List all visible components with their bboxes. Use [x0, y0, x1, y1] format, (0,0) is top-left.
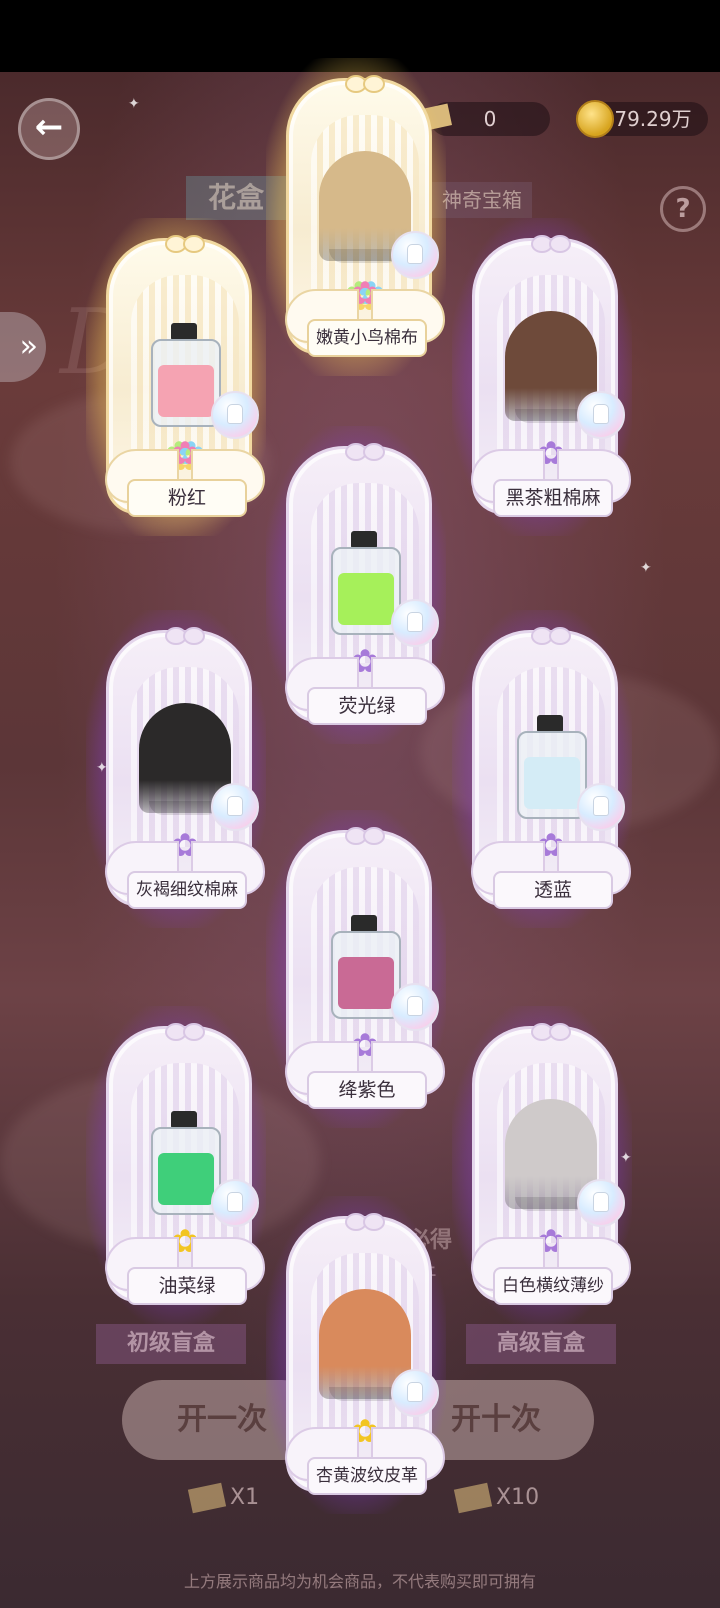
material-badge-icon — [391, 231, 439, 279]
bow-icon — [345, 443, 385, 461]
advanced-blindbox-label[interactable]: 高级盲盒 — [466, 1324, 616, 1364]
open-ten-cost: X10 — [453, 1478, 540, 1518]
diy-currency: 0 — [421, 102, 550, 136]
reward-card[interactable]: ✿ 白色横纹薄纱 — [452, 1006, 632, 1324]
card-frame: ✿ 黑茶粗棉麻 — [471, 235, 631, 517]
card-frame: ✿ 嫩黄小鸟棉布 — [285, 75, 445, 357]
card-frame: ✿ 粉红 — [105, 235, 265, 517]
diy-count: 0 — [483, 107, 497, 131]
reward-card[interactable]: ✿ 绛紫色 — [266, 810, 446, 1128]
back-button[interactable]: ← — [18, 98, 80, 160]
arrow-left-icon: ← — [34, 107, 64, 147]
bow-icon — [165, 235, 205, 253]
bow-icon — [345, 75, 385, 93]
sparkle: ✦ — [640, 560, 652, 576]
reward-card[interactable]: ✿ 油菜绿 — [86, 1006, 266, 1324]
bow-icon — [531, 627, 571, 645]
disclaimer-text: 上方展示商品均为机会商品，不代表购买即可拥有 — [183, 1572, 536, 1591]
reward-card[interactable]: ✿ 灰褐细纹棉麻 — [86, 610, 266, 928]
dye-bottle-icon — [517, 715, 587, 819]
sparkle: ✦ — [128, 96, 140, 112]
reward-name: 粉红 — [127, 479, 247, 517]
basic-blindbox-label[interactable]: 初级盲盒 — [96, 1324, 246, 1364]
coin-icon — [576, 100, 614, 138]
material-badge-icon — [577, 783, 625, 831]
card-frame: ✿ 透蓝 — [471, 627, 631, 909]
bow-icon — [345, 1213, 385, 1231]
dye-bottle-icon — [331, 531, 401, 635]
coin-currency: 79.29万 — [576, 100, 708, 138]
reward-card[interactable]: ✿ 荧光绿 — [266, 426, 446, 744]
material-badge-icon — [577, 1179, 625, 1227]
reward-name: 油菜绿 — [127, 1267, 247, 1305]
reward-card[interactable]: ✿ 粉红 — [86, 218, 266, 536]
reward-card[interactable]: ✿ 嫩黄小鸟棉布 — [266, 58, 446, 376]
material-badge-icon — [577, 391, 625, 439]
reward-name: 杏黄波纹皮革 — [307, 1457, 427, 1495]
sparkle: ✦ — [620, 1150, 632, 1166]
card-frame: ✿ 灰褐细纹棉麻 — [105, 627, 265, 909]
reward-name: 白色横纹薄纱 — [493, 1267, 613, 1305]
reward-card[interactable]: ✿ 黑茶粗棉麻 — [452, 218, 632, 536]
reward-name: 嫩黄小鸟棉布 — [307, 319, 427, 357]
card-frame: ✿ 绛紫色 — [285, 827, 445, 1109]
reward-card[interactable]: ✿ 杏黄波纹皮革 — [266, 1196, 446, 1514]
dye-bottle-icon — [151, 1111, 221, 1215]
cost-once-value: X1 — [230, 1485, 260, 1510]
material-badge-icon — [391, 1369, 439, 1417]
cost-ten-value: X10 — [496, 1485, 540, 1510]
tab-magic-chest[interactable]: 神奇宝箱 — [432, 182, 532, 218]
reward-name: 黑茶粗棉麻 — [493, 479, 613, 517]
material-badge-icon — [211, 783, 259, 831]
bow-icon — [165, 627, 205, 645]
open-once-cost: X1 — [187, 1478, 260, 1518]
card-frame: ✿ 油菜绿 — [105, 1023, 265, 1305]
card-frame: ✿ 杏黄波纹皮革 — [285, 1213, 445, 1495]
dye-bottle-icon — [331, 915, 401, 1019]
material-badge-icon — [211, 1179, 259, 1227]
reward-name: 荧光绿 — [307, 687, 427, 725]
chevron-right-icon: » — [19, 329, 38, 364]
material-badge-icon — [391, 983, 439, 1031]
dye-bottle-icon — [151, 323, 221, 427]
card-frame: ✿ 白色横纹薄纱 — [471, 1023, 631, 1305]
bow-icon — [531, 1023, 571, 1041]
reward-card[interactable]: ✿ 透蓝 — [452, 610, 632, 928]
reward-name: 透蓝 — [493, 871, 613, 909]
diy-icon — [187, 1482, 227, 1514]
bow-icon — [165, 1023, 205, 1041]
reward-name: 绛紫色 — [307, 1071, 427, 1109]
diy-icon — [453, 1482, 493, 1514]
bow-icon — [345, 827, 385, 845]
material-badge-icon — [391, 599, 439, 647]
sparkle: ✦ — [96, 760, 108, 776]
reward-name: 灰褐细纹棉麻 — [127, 871, 247, 909]
material-badge-icon — [211, 391, 259, 439]
card-frame: ✿ 荧光绿 — [285, 443, 445, 725]
bow-icon — [531, 235, 571, 253]
help-button[interactable]: ? — [660, 186, 706, 232]
